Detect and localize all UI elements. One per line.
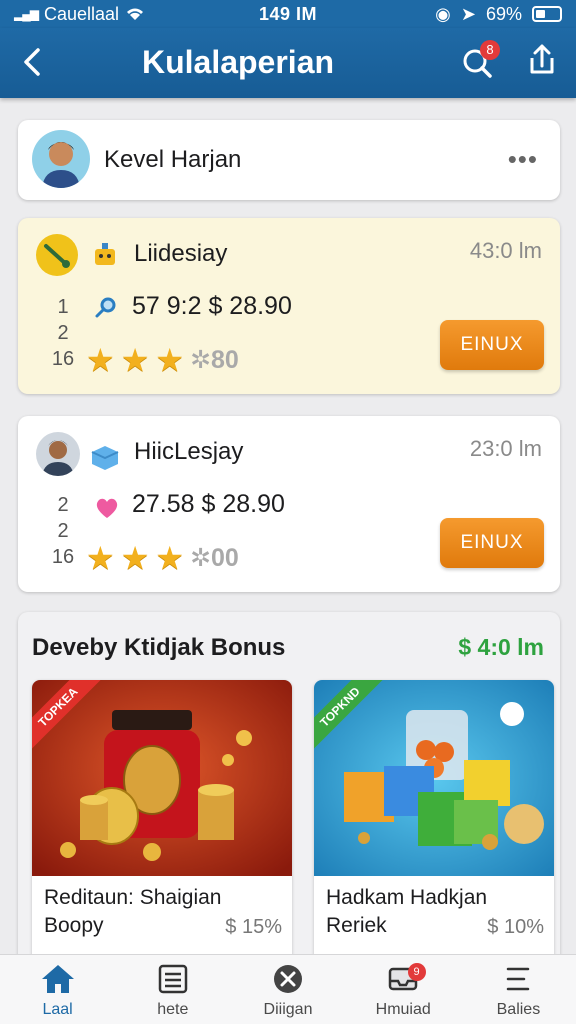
tab-label: hete	[157, 1001, 189, 1018]
star-icon: ★	[155, 540, 185, 576]
more-dots-icon: •••	[507, 144, 538, 174]
status-bar: ▂▄▆ Cauellaal 149 IM ◉ ➤ 69%	[0, 0, 576, 28]
tab-label: Balies	[496, 1001, 541, 1018]
product-name: Hadkam Hadkjan Reriek	[326, 886, 488, 937]
app-header: Kulalaperian 8	[0, 28, 576, 98]
offer-price: 57 9:2 $ 28.90	[132, 292, 292, 320]
offer-cta-button[interactable]: EINUX	[440, 518, 544, 568]
rank-column: 1 2 16	[48, 294, 78, 372]
product-discount: $ 15%	[225, 916, 282, 938]
battery-icon	[532, 6, 562, 22]
tool-icon	[44, 244, 70, 268]
rating-extra: ✲80	[190, 346, 239, 374]
product-name: Reditaun: Shaigian Boopy	[44, 886, 222, 937]
product-card[interactable]: TOPKND Hadkam Hadkjan Reriek $ 10%	[314, 680, 554, 980]
tab-label: Diiigan	[263, 1001, 313, 1018]
search-button[interactable]: 8	[458, 40, 500, 82]
offer-time: 23:0 lm	[469, 436, 542, 461]
notification-badge: 8	[480, 40, 500, 60]
share-icon	[530, 44, 554, 74]
location-icon: ➤	[460, 3, 476, 24]
rating-stars: ★ ★ ★ ✲80	[86, 344, 239, 376]
list-icon	[158, 964, 188, 994]
product-card[interactable]: TOPKEA Reditaun: Shaigian Boopy $ 15%	[32, 680, 292, 980]
tab-menu[interactable]: Balies	[461, 955, 576, 1024]
menu-icon	[507, 967, 530, 991]
rank-value: 16	[51, 348, 75, 370]
key-icon	[95, 297, 116, 318]
battery-percent: 69%	[485, 3, 522, 24]
offer-avatar	[36, 234, 78, 276]
wifi-icon	[127, 8, 144, 20]
chevron-left-icon	[24, 48, 40, 76]
person-icon	[42, 440, 74, 476]
person-icon	[42, 142, 80, 188]
rank-value: 2	[57, 520, 69, 542]
product-discount: $ 10%	[487, 916, 544, 938]
offer-price: 27.58 $ 28.90	[132, 490, 285, 518]
offer-title: HiicLesjay	[134, 438, 244, 465]
alarm-icon: ◉	[435, 3, 451, 24]
offer-card[interactable]: Liidesiay 43:0 lm 1 2 16 57 9:2 $ 28.90 …	[18, 218, 560, 394]
user-name: Kevel Harjan	[104, 146, 242, 173]
bonus-title: Deveby Ktidjak Bonus	[32, 634, 286, 661]
rating-stars: ★ ★ ★ ✲00	[86, 542, 239, 574]
heart-icon	[96, 498, 118, 518]
tab-badge: 9	[407, 963, 426, 981]
signal-icon: ▂▄▆	[14, 7, 39, 21]
bonus-amount: $ 4:0 lm	[458, 634, 544, 660]
carrier-label: Cauellaal	[43, 3, 120, 24]
close-circle-icon	[274, 965, 302, 993]
bottom-tab-bar: Laal hete Diiigan 9 Hmuiad Balies	[0, 954, 576, 1024]
status-time: 149 IM	[258, 3, 318, 24]
rank-value: 16	[51, 546, 75, 568]
robot-icon	[95, 243, 115, 265]
box-icon	[91, 446, 119, 470]
user-card[interactable]: Kevel Harjan •••	[18, 120, 560, 200]
tab-close[interactable]: Diiigan	[230, 955, 345, 1024]
back-button[interactable]	[18, 42, 52, 82]
rank-column: 2 2 16	[48, 492, 78, 570]
user-avatar	[32, 130, 90, 188]
more-options-button[interactable]: •••	[508, 144, 538, 175]
tab-list[interactable]: hete	[115, 955, 230, 1024]
star-icon: ★	[120, 540, 150, 576]
offer-title: Liidesiay	[134, 240, 228, 267]
tab-home[interactable]: Laal	[0, 955, 115, 1024]
status-left: ▂▄▆ Cauellaal	[14, 4, 204, 25]
page-title: Kulalaperian	[141, 44, 335, 80]
rank-value: 2	[57, 494, 69, 516]
star-icon: ★	[120, 342, 150, 378]
offer-avatar	[36, 432, 80, 476]
rating-extra: ✲00	[190, 544, 239, 572]
tab-label: Hmuiad	[375, 1001, 431, 1018]
home-icon	[41, 965, 74, 993]
rank-value: 1	[57, 296, 69, 318]
offer-time: 43:0 lm	[469, 238, 542, 263]
star-icon: ★	[86, 540, 115, 576]
offer-card[interactable]: HiicLesjay 23:0 lm 2 2 16 27.58 $ 28.90 …	[18, 416, 560, 592]
status-right: ◉ ➤ 69%	[372, 4, 562, 25]
star-icon: ★	[155, 342, 185, 378]
tab-inbox[interactable]: 9 Hmuiad	[346, 955, 461, 1024]
star-icon: ★	[86, 342, 115, 378]
rank-value: 2	[57, 322, 69, 344]
offer-cta-button[interactable]: EINUX	[440, 320, 544, 370]
share-button[interactable]	[522, 40, 562, 80]
tab-label: Laal	[42, 1001, 73, 1018]
